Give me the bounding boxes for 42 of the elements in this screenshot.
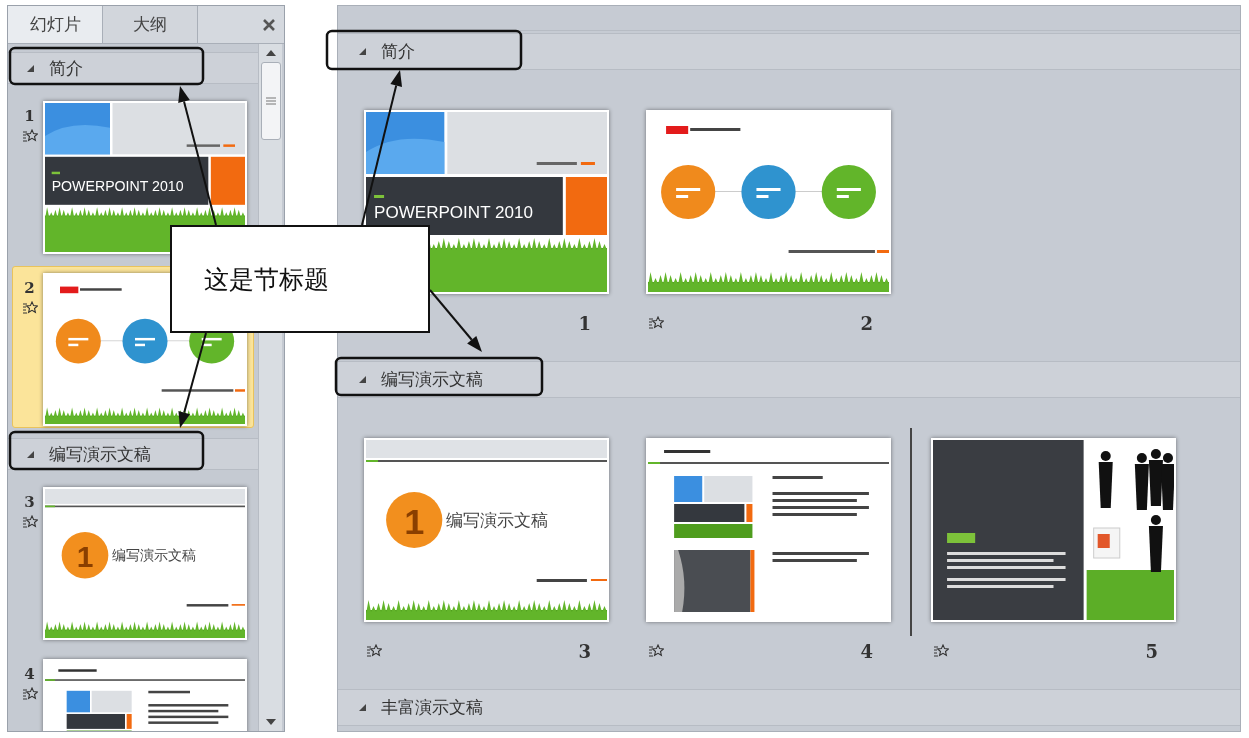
section-header[interactable]: 编写演示文稿 [8,438,258,470]
slide-number: 2 [860,312,873,334]
callout-tooltip: 这是节标题 [170,225,430,333]
section-header[interactable]: 简介 [8,52,258,84]
collapse-triangle-icon [358,703,367,712]
slide-number: 5 [1145,640,1158,662]
slide-title-text: 编写演示文稿 [446,510,549,530]
slide-number-graphic: 1 [404,501,425,542]
slide-thumbnail[interactable] [646,110,891,294]
slide-title-text: POWERPOINT 2010 [51,177,184,194]
slide-number: 4 [860,640,873,662]
arrow [429,289,482,352]
slide-thumbnail[interactable]: 1 编写演示文稿 [364,438,609,622]
slide-item[interactable]: 4 [12,652,254,731]
collapse-triangle-icon [26,63,35,73]
slide-number: 1 [24,107,35,125]
slide-title-text: POWERPOINT 2010 [374,203,533,222]
scroll-down-icon [265,719,276,725]
section-header[interactable]: 丰富演示文稿 [338,689,1240,726]
slide-thumbnail[interactable]: POWERPOINT 2010 [43,101,247,254]
slide-number: 4 [24,665,35,683]
collapse-triangle-icon [358,375,367,384]
slide-number: 3 [578,640,591,662]
slide-title-text: 编写演示文稿 [111,547,196,564]
scroll-thumb[interactable] [260,62,281,140]
collapse-triangle-icon [26,449,35,459]
close-icon [262,17,276,32]
slide-number: 2 [24,279,35,297]
section-header[interactable]: 简介 [338,33,1240,70]
slide-number: 1 [578,312,591,334]
collapse-triangle-icon [358,47,367,56]
pane-tab[interactable]: 幻灯片 [8,6,103,43]
slide-thumbnail[interactable] [646,438,891,622]
slide-thumbnail[interactable]: 1 编写演示文稿 [43,487,247,640]
slide-item[interactable]: 3 1 编写演示文稿 [12,480,254,642]
section-header[interactable]: 编写演示文稿 [338,361,1240,398]
scroll-up-icon [265,50,276,56]
slide-number: 3 [24,493,35,511]
slide-thumbnail[interactable]: POWERPOINT 2010 [364,110,609,294]
grip-icon [265,97,276,105]
slide-thumbnail[interactable] [931,438,1176,622]
slide-number-graphic: 1 [76,539,94,573]
